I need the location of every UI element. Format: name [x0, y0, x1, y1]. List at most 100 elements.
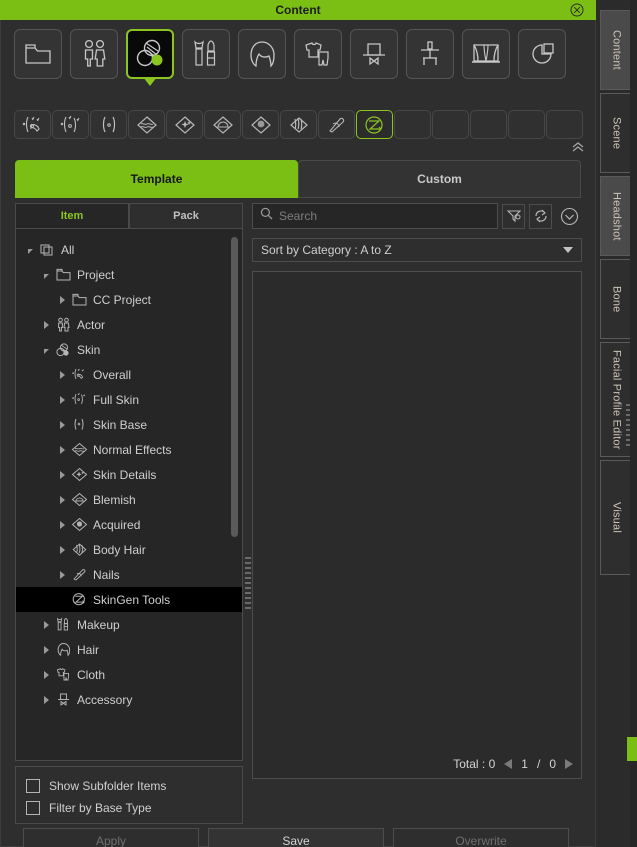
tab-pack[interactable]: Pack: [129, 203, 243, 228]
toolbar-button-skin[interactable]: [126, 29, 174, 79]
expand-arrow-icon[interactable]: [56, 294, 68, 306]
toolbar2-button-empty-3[interactable]: [470, 110, 507, 139]
expand-arrow-icon[interactable]: [40, 644, 52, 656]
tree-item-project[interactable]: Project: [16, 262, 242, 287]
expand-arrow-icon[interactable]: [56, 569, 68, 581]
tree-item-skin-base[interactable]: Skin Base: [16, 412, 242, 437]
tree-item-skingen-tools[interactable]: SkinGen Tools: [16, 587, 242, 612]
toolbar2-button-overall[interactable]: [14, 110, 51, 139]
toolbar-button-cloth[interactable]: [294, 29, 342, 79]
expand-arrow-icon[interactable]: [56, 494, 68, 506]
expand-arrow-icon[interactable]: [56, 544, 68, 556]
vtab-headshot[interactable]: Headshot: [600, 176, 633, 256]
tree-item-acquired[interactable]: Acquired: [16, 512, 242, 537]
expand-arrow-icon[interactable]: [56, 394, 68, 406]
tree-item-skin-details[interactable]: Skin Details: [16, 462, 242, 487]
vtab-content[interactable]: Content: [600, 10, 633, 90]
tree-item-cc-project[interactable]: CC Project: [16, 287, 242, 312]
next-page-button[interactable]: [565, 759, 573, 769]
tab-item[interactable]: Item: [15, 203, 129, 228]
tree-item-normal-effects[interactable]: Normal Effects: [16, 437, 242, 462]
tree-scrollbar[interactable]: [231, 237, 238, 537]
prev-page-button[interactable]: [504, 759, 513, 769]
tree-item-full-skin[interactable]: Full Skin: [16, 387, 242, 412]
expand-arrow-icon[interactable]: [40, 694, 52, 706]
toolbar-button-scene[interactable]: [462, 29, 510, 79]
tree-item-overall[interactable]: Overall: [16, 362, 242, 387]
tree-item-body-hair[interactable]: Body Hair: [16, 537, 242, 562]
tree-options: Show Subfolder Items Filter by Base Type: [15, 766, 243, 824]
hair-icon: [54, 642, 72, 657]
toolbar2-button-empty-2[interactable]: [432, 110, 469, 139]
tree-item-all[interactable]: All: [16, 237, 242, 262]
expand-arrow-icon[interactable]: [56, 519, 68, 531]
toolbar2-button-nails[interactable]: [318, 110, 355, 139]
tree-item-accessory[interactable]: Accessory: [16, 687, 242, 712]
toolbar-button-project[interactable]: [14, 29, 62, 79]
sort-label: Sort by Category : A to Z: [261, 243, 392, 257]
collapse-arrow-icon[interactable]: [40, 344, 52, 356]
sort-dropdown[interactable]: Sort by Category : A to Z: [252, 238, 582, 262]
toolbar2-button-blemish[interactable]: [204, 110, 241, 139]
save-button[interactable]: Save: [208, 828, 384, 847]
filter-gear-icon[interactable]: [502, 203, 525, 229]
tree-item-nails[interactable]: Nails: [16, 562, 242, 587]
checkbox-label: Filter by Base Type: [49, 801, 152, 815]
tree-item-skin[interactable]: Skin: [16, 337, 242, 362]
tab-template[interactable]: Template: [15, 160, 298, 198]
nails-icon: [70, 567, 88, 582]
toolbar2-button-body-hair[interactable]: [280, 110, 317, 139]
toolbar-button-actor[interactable]: [70, 29, 118, 79]
expand-arrow-icon[interactable]: [40, 619, 52, 631]
tree-item-hair[interactable]: Hair: [16, 637, 242, 662]
toolbar2-button-acquired[interactable]: [242, 110, 279, 139]
expand-arrow-icon[interactable]: [56, 469, 68, 481]
collapse-arrow-icon[interactable]: [40, 269, 52, 281]
toolbar2-button-normal-effects[interactable]: [128, 110, 165, 139]
items-grid[interactable]: Total : 0 1 / 0: [252, 271, 582, 779]
tree-item-label: Blemish: [93, 492, 136, 507]
no-arrow-spacer: [56, 594, 68, 606]
panel-splitter-handle[interactable]: [245, 557, 251, 613]
checkbox-show-subfolder-items[interactable]: Show Subfolder Items: [26, 775, 242, 797]
tree-item-actor[interactable]: Actor: [16, 312, 242, 337]
toolbar2-button-skin-base[interactable]: [90, 110, 127, 139]
toolbar2-button-full-skin[interactable]: [52, 110, 89, 139]
chevron-down-circle-icon[interactable]: [556, 204, 582, 229]
window-right-edge: [630, 0, 637, 847]
tree-item-label: Actor: [77, 317, 106, 332]
tab-custom[interactable]: Custom: [298, 160, 581, 198]
toolbar2-button-empty-4[interactable]: [508, 110, 545, 139]
checkbox-filter-by-base-type[interactable]: Filter by Base Type: [26, 797, 242, 819]
toolbar2-button-empty-1[interactable]: [394, 110, 431, 139]
toolbar-button-other[interactable]: [518, 29, 566, 79]
tree-item-makeup[interactable]: Makeup: [16, 612, 242, 637]
tshirt-pants-icon: [54, 667, 72, 682]
tree-item-blemish[interactable]: Blemish: [16, 487, 242, 512]
search-input[interactable]: Search: [252, 203, 498, 229]
tree-item-cloth[interactable]: Cloth: [16, 662, 242, 687]
expand-arrow-icon[interactable]: [56, 419, 68, 431]
vtab-scene[interactable]: Scene: [600, 93, 633, 173]
expand-arrow-icon[interactable]: [56, 369, 68, 381]
vtab-bone[interactable]: Bone: [600, 259, 633, 339]
expand-arrow-icon[interactable]: [56, 444, 68, 456]
overwrite-button[interactable]: Overwrite: [393, 828, 569, 847]
close-icon[interactable]: [570, 3, 584, 17]
toolbar-button-hair[interactable]: [238, 29, 286, 79]
folder-icon: [54, 268, 72, 281]
expand-arrow-icon[interactable]: [40, 669, 52, 681]
vtab-visual[interactable]: Visual: [600, 460, 633, 575]
expand-arrow-icon[interactable]: [40, 319, 52, 331]
footer-buttons: Apply Save Overwrite: [23, 828, 569, 847]
toolbar-button-accessory[interactable]: [350, 29, 398, 79]
apply-button[interactable]: Apply: [23, 828, 199, 847]
collapse-arrow-icon[interactable]: [24, 244, 36, 256]
toolbar2-button-skin-details[interactable]: [166, 110, 203, 139]
refresh-icon[interactable]: [529, 203, 552, 229]
toolbar2-button-skingen-tools[interactable]: [356, 110, 393, 139]
double-chevron-up-icon[interactable]: [571, 140, 585, 154]
toolbar-button-makeup[interactable]: [182, 29, 230, 79]
toolbar-button-prop[interactable]: [406, 29, 454, 79]
toolbar2-button-empty-5[interactable]: [546, 110, 583, 139]
